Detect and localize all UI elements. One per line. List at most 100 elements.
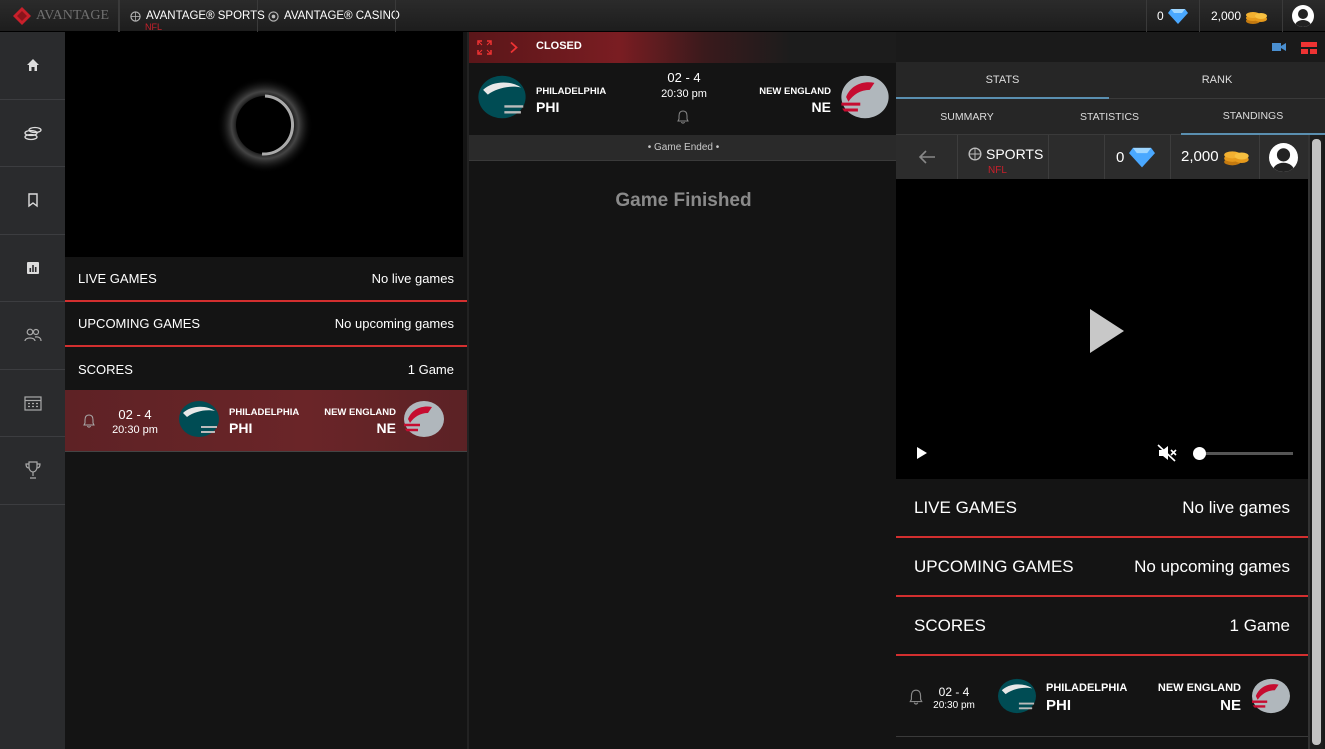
home-team-name: PHILADELPHIA <box>229 407 300 418</box>
embedded-coin-counter[interactable]: 2,000 <box>1181 145 1251 167</box>
play-icon[interactable] <box>916 446 928 460</box>
embedded-video-player[interactable] <box>896 179 1308 479</box>
coin-counter[interactable]: 2,000 <box>1211 0 1269 32</box>
upcoming-games-row[interactable]: UPCOMING GAMES No upcoming games <box>65 302 467 347</box>
scrollbar-thumb[interactable] <box>1312 139 1321 745</box>
play-large-icon[interactable] <box>1088 307 1126 355</box>
scores-label: SCORES <box>914 615 986 635</box>
top-bar: AVANTAGE AVANTAGE® SPORTS NFL AVANTAGE® … <box>0 0 1325 32</box>
embedded-sports-label: SPORTS <box>986 146 1044 162</box>
bell-icon[interactable] <box>677 110 689 124</box>
match-status: CLOSED <box>536 40 582 52</box>
tab-casino[interactable]: AVANTAGE® CASINO <box>257 0 410 32</box>
scores-label: SCORES <box>78 362 133 377</box>
right-panel: STATS RANK SUMMARY STATISTICS STANDINGS … <box>896 32 1325 749</box>
scrollbar[interactable] <box>1310 135 1323 749</box>
embedded-avatar[interactable] <box>1269 143 1298 172</box>
tab-rank-label: RANK <box>1201 74 1233 86</box>
upcoming-games-label: UPCOMING GAMES <box>914 556 1074 576</box>
upcoming-games-label: UPCOMING GAMES <box>78 316 201 331</box>
avatar[interactable] <box>1292 5 1314 27</box>
tab-statistics[interactable]: STATISTICS <box>1038 99 1181 135</box>
eagles-helmet-icon <box>998 678 1036 714</box>
game-row[interactable]: 02 - 4 20:30 pm PHILADELPHIA PHI NEW ENG… <box>65 390 467 452</box>
top-divider <box>1146 0 1147 32</box>
coins-stack-icon <box>23 126 42 140</box>
embedded-upcoming-games-row[interactable]: UPCOMING GAMES No upcoming games <box>896 538 1308 597</box>
right-toolbar <box>896 32 1325 62</box>
patriots-helmet-icon <box>841 75 889 119</box>
home-team-abbr: PHI <box>1046 697 1072 714</box>
fullscreen-icon[interactable] <box>477 40 492 55</box>
embed-divider <box>1104 135 1105 179</box>
game-time: 20:30 pm <box>112 424 158 436</box>
left-panel: LIVE GAMES No live games UPCOMING GAMES … <box>65 32 467 749</box>
volume-track[interactable] <box>1196 452 1293 455</box>
calendar-icon <box>23 396 42 411</box>
away-team-name: NEW ENGLAND <box>759 86 831 97</box>
tab-rank[interactable]: RANK <box>1109 62 1325 99</box>
scores-row[interactable]: SCORES 1 Game <box>65 347 467 392</box>
sidebar-item-bets[interactable] <box>0 100 65 167</box>
match-time: 20:30 pm <box>661 88 707 100</box>
tab-standings[interactable]: STANDINGS <box>1181 99 1325 135</box>
embed-divider <box>957 135 958 179</box>
tab-sports[interactable]: AVANTAGE® SPORTS NFL <box>119 0 275 32</box>
sidebar-item-trophies[interactable] <box>0 437 65 505</box>
embedded-diamond-count: 0 <box>1116 148 1125 166</box>
chevron-right-icon[interactable] <box>509 41 519 54</box>
sports-ball-icon <box>968 147 982 161</box>
home-icon <box>26 59 39 72</box>
upcoming-games-value: No upcoming games <box>1134 556 1290 576</box>
sidebar-item-home[interactable] <box>0 32 65 100</box>
embedded-sports-tab[interactable]: SPORTS <box>968 146 1043 162</box>
sidebar-item-friends[interactable] <box>0 302 65 370</box>
sidebar-item-bookmarks[interactable] <box>0 167 65 235</box>
bell-icon[interactable] <box>83 414 95 428</box>
match-score: 02 - 4 <box>667 70 701 85</box>
embedded-coin-count: 2,000 <box>1181 147 1219 165</box>
patriots-helmet-icon <box>1252 678 1290 714</box>
diamond-counter[interactable]: 0 <box>1157 0 1188 32</box>
sidebar-item-stats[interactable] <box>0 235 65 302</box>
embedded-diamond-counter[interactable]: 0 <box>1116 146 1156 168</box>
sidebar-item-calendar[interactable] <box>0 370 65 437</box>
embedded-live-games-row[interactable]: LIVE GAMES No live games <box>896 479 1308 538</box>
bell-icon[interactable] <box>909 689 923 705</box>
logo-diamond-icon <box>13 7 31 25</box>
users-icon <box>23 328 42 342</box>
match-status-bar: CLOSED <box>469 32 898 63</box>
scores-value: 1 Game <box>407 362 454 377</box>
diamond-icon <box>1167 9 1188 24</box>
tab-summary[interactable]: SUMMARY <box>896 99 1038 135</box>
game-ended-bar: • Game Ended • <box>469 135 898 161</box>
back-arrow-icon[interactable] <box>918 149 936 165</box>
tab-stats[interactable]: STATS <box>896 62 1109 99</box>
user-avatar-icon <box>1295 9 1311 27</box>
embedded-sports-sub: NFL <box>988 165 1007 176</box>
video-camera-icon[interactable] <box>1272 42 1286 52</box>
game-score: 02 - 4 <box>938 685 970 699</box>
embedded-app: SPORTS NFL 0 2,000 LIVE GAMES No live ga… <box>896 135 1310 749</box>
tab-sports-sub: NFL <box>145 22 163 32</box>
home-team-abbr: PHI <box>229 420 253 436</box>
layout-grid-icon[interactable] <box>1301 42 1317 54</box>
tab-sports-label: AVANTAGE® SPORTS <box>146 10 265 22</box>
patriots-helmet-icon <box>404 401 444 437</box>
away-team-name: NEW ENGLAND <box>324 407 396 418</box>
embedded-scores-row[interactable]: SCORES 1 Game <box>896 597 1308 656</box>
embedded-game-row[interactable]: 02 - 4 20:30 pm PHILADELPHIA PHI NEW ENG… <box>896 656 1308 737</box>
live-games-row[interactable]: LIVE GAMES No live games <box>65 257 467 302</box>
embed-divider <box>1048 135 1049 179</box>
user-avatar-icon <box>1272 148 1295 172</box>
volume-handle[interactable] <box>1193 447 1206 460</box>
trophy-icon <box>24 461 41 479</box>
upcoming-games-value: No upcoming games <box>334 316 454 331</box>
mute-icon[interactable] <box>1157 444 1177 462</box>
tab-casino-label: AVANTAGE® CASINO <box>284 10 400 22</box>
avantage-logo[interactable]: AVANTAGE <box>12 6 109 26</box>
away-team-abbr: NE <box>811 99 831 115</box>
top-divider <box>395 0 396 32</box>
tab-statistics-label: STATISTICS <box>1079 110 1140 123</box>
top-divider <box>1199 0 1200 32</box>
